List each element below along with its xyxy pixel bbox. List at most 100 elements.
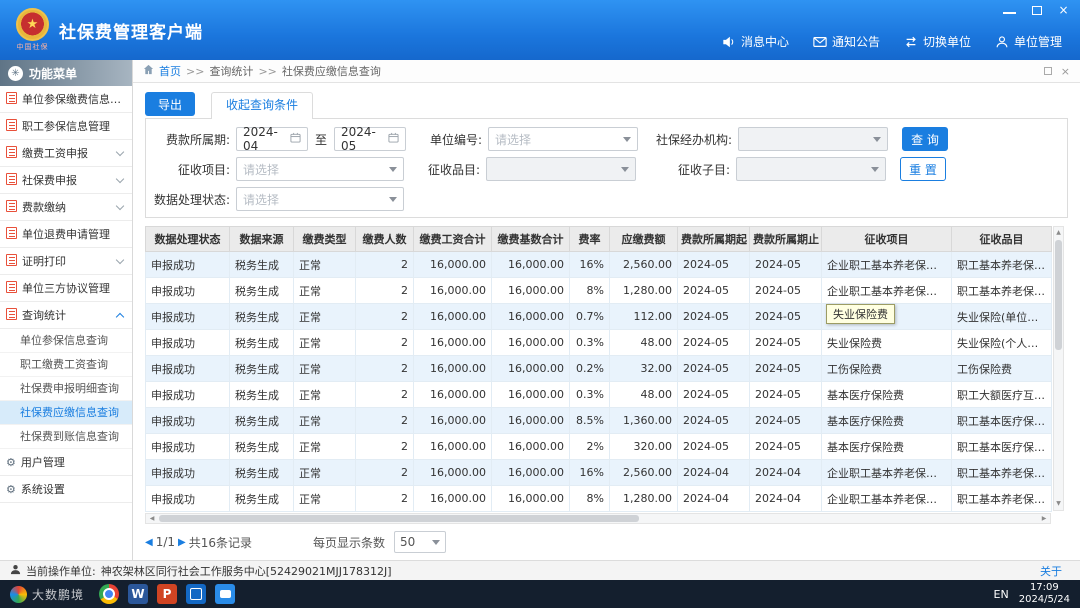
column-header[interactable]: 费款所属期止 (749, 226, 822, 252)
sidebar-item[interactable]: 缴费工资申报 (0, 140, 132, 167)
status-select[interactable]: 请选择 (236, 187, 404, 211)
doc-icon (6, 253, 17, 269)
collapse-query-tab[interactable]: 收起查询条件 (211, 92, 314, 119)
period-to-input[interactable]: 2024-05 (334, 125, 407, 153)
column-header[interactable]: 征收品目 (951, 226, 1052, 252)
table-cell: 申报成功 (145, 303, 230, 330)
close-icon[interactable]: × (1057, 4, 1070, 16)
table-row[interactable]: 申报成功 税务生成 正常 2 16,000.00 16,000.00 16% 2,560.00… (145, 459, 1052, 486)
page-size-select[interactable]: 50 (394, 531, 447, 553)
column-header[interactable]: 费率 (569, 226, 610, 252)
panel-maximize-icon[interactable] (1043, 67, 1052, 75)
table-cell: 2024-05 (749, 381, 822, 408)
about-link[interactable]: 关于 (1040, 563, 1070, 579)
next-page-icon[interactable]: ▶ (178, 537, 186, 548)
breadcrumb-item-current: 社保费应缴信息查询 (281, 65, 381, 78)
chat-app-icon[interactable] (215, 584, 236, 604)
sidebar-item[interactable]: 费款缴纳 (0, 194, 132, 221)
column-header[interactable]: 缴费人数 (355, 226, 414, 252)
sidebar-item[interactable]: 单位参保缴费信息管理 (0, 86, 132, 113)
word-icon[interactable] (128, 584, 149, 604)
column-header[interactable]: 征收项目 (821, 226, 952, 252)
export-button[interactable]: 导出 (145, 92, 196, 116)
tax-app-icon[interactable] (186, 584, 207, 604)
column-header[interactable]: 应缴费额 (609, 226, 678, 252)
column-header[interactable]: 缴费基数合计 (491, 226, 570, 252)
period-from-input[interactable]: 2024-04 (236, 125, 308, 153)
scroll-down-icon[interactable]: ▼ (1054, 499, 1063, 509)
titlebar-action[interactable]: 单位管理 (995, 33, 1062, 50)
table-row[interactable]: 申报成功 税务生成 正常 2 16,000.00 16,000.00 16% 2,560.00… (145, 251, 1052, 278)
vertical-scroll-thumb[interactable] (1055, 240, 1062, 350)
sidebar-item[interactable]: 单位三方协议管理 (0, 275, 132, 302)
reset-button[interactable]: 重 置 (900, 157, 946, 181)
sidebar-subitem[interactable]: 职工缴费工资查询 (0, 353, 132, 377)
sidebar-item[interactable]: 社保费申报 (0, 167, 132, 194)
breadcrumb-home[interactable]: 首页 (159, 63, 181, 79)
powerpoint-icon[interactable] (157, 584, 178, 604)
table-cell: 0.3% (569, 329, 610, 356)
sidebar-item[interactable]: ⚙ 系统设置 (0, 476, 132, 503)
sidebar-item[interactable]: 查询统计 (0, 302, 132, 329)
prev-page-icon[interactable]: ◀ (145, 537, 153, 548)
table-cell: 税务生成 (229, 355, 294, 382)
breadcrumb-item[interactable]: 查询统计 (209, 63, 253, 79)
sidebar-item[interactable]: 单位退费申请管理 (0, 221, 132, 248)
column-header[interactable]: 数据来源 (229, 226, 294, 252)
sidebar-subitem[interactable]: 社保费到账信息查询 (0, 425, 132, 449)
table-row[interactable]: 申报成功 税务生成 正常 2 16,000.00 16,000.00 2% 320.00 202… (145, 433, 1052, 460)
maximize-icon[interactable] (1031, 5, 1042, 15)
table-cell: 申报成功 (145, 407, 230, 434)
input-language-indicator[interactable]: EN (994, 588, 1009, 601)
column-header[interactable]: 数据处理状态 (145, 226, 230, 252)
clock[interactable]: 17:09 2024/5/24 (1019, 582, 1070, 607)
horizontal-scroll-thumb[interactable] (159, 515, 639, 522)
doc-icon (6, 199, 17, 215)
table-row[interactable]: 申报成功 税务生成 正常 2 16,000.00 16,000.00 0.3% 48.00 20… (145, 381, 1052, 408)
table-cell: 基本医疗保险费 (821, 407, 952, 434)
chevron-down-icon (621, 166, 629, 172)
table-cell: 失业保险费 (821, 329, 952, 356)
table-cell: 税务生成 (229, 303, 294, 330)
sidebar-subitem[interactable]: 单位参保信息查询 (0, 329, 132, 353)
sidebar-subitem[interactable]: 社保费申报明细查询 (0, 377, 132, 401)
unit-no-select[interactable]: 请选择 (488, 127, 639, 151)
table-row[interactable]: 申报成功 税务生成 正常 2 16,000.00 16,000.00 8.5% 1,360.0… (145, 407, 1052, 434)
chrome-icon[interactable] (99, 584, 120, 604)
scroll-left-icon[interactable]: ◀ (147, 514, 157, 523)
table-row[interactable]: 申报成功 税务生成 正常 2 16,000.00 16,000.00 8% 1,280.00 2… (145, 277, 1052, 304)
column-header[interactable]: 缴费类型 (293, 226, 356, 252)
table-cell: 失业保险(单位缴纳) (951, 303, 1052, 330)
table-row[interactable]: 申报成功 税务生成 正常 2 16,000.00 16,000.00 0.3% 48.00 20… (145, 329, 1052, 356)
table-cell: 8% (569, 277, 610, 304)
scroll-up-icon[interactable]: ▲ (1054, 228, 1063, 238)
table-cell: 0.3% (569, 381, 610, 408)
national-emblem-icon: ★ (16, 8, 49, 41)
sidebar-item[interactable]: 证明打印 (0, 248, 132, 275)
minimize-icon[interactable] (1003, 7, 1016, 14)
table-cell: 2024-05 (677, 407, 750, 434)
table-row[interactable]: 申报成功 税务生成 正常 2 16,000.00 16,000.00 0.7% 112.00 2… (145, 303, 1052, 330)
search-button[interactable]: 查 询 (902, 127, 949, 151)
sidebar-item[interactable]: 职工参保信息管理 (0, 113, 132, 140)
sidebar-item[interactable]: ⚙ 用户管理 (0, 449, 132, 476)
table-row[interactable]: 申报成功 税务生成 正常 2 16,000.00 16,000.00 8% 1,280.00 2… (145, 485, 1052, 512)
sidebar-subitem[interactable]: 社保费应缴信息查询 (0, 401, 132, 425)
titlebar-action[interactable]: 通知公告 (813, 33, 880, 50)
project-select[interactable]: 请选择 (236, 157, 404, 181)
vertical-scrollbar[interactable]: ▲ ▼ (1053, 226, 1064, 511)
titlebar-action[interactable]: 切换单位 (904, 33, 971, 50)
period-to-label: 至 (315, 132, 328, 147)
panel-close-icon[interactable]: × (1061, 66, 1070, 77)
column-header[interactable]: 费款所属期起 (677, 226, 750, 252)
column-header[interactable]: 缴费工资合计 (413, 226, 492, 252)
scroll-right-icon[interactable]: ▶ (1039, 514, 1049, 523)
table-row[interactable]: 申报成功 税务生成 正常 2 16,000.00 16,000.00 0.2% 32.00 20… (145, 355, 1052, 382)
horizontal-scrollbar[interactable]: ◀ ▶ (145, 513, 1051, 524)
agency-select (738, 127, 889, 151)
table-cell: 职工基本养老保险(单位… (951, 251, 1052, 278)
titlebar-action[interactable]: 消息中心 (722, 33, 789, 50)
table-cell: 申报成功 (145, 251, 230, 278)
table-cell: 税务生成 (229, 251, 294, 278)
table-cell: 2024-05 (749, 407, 822, 434)
